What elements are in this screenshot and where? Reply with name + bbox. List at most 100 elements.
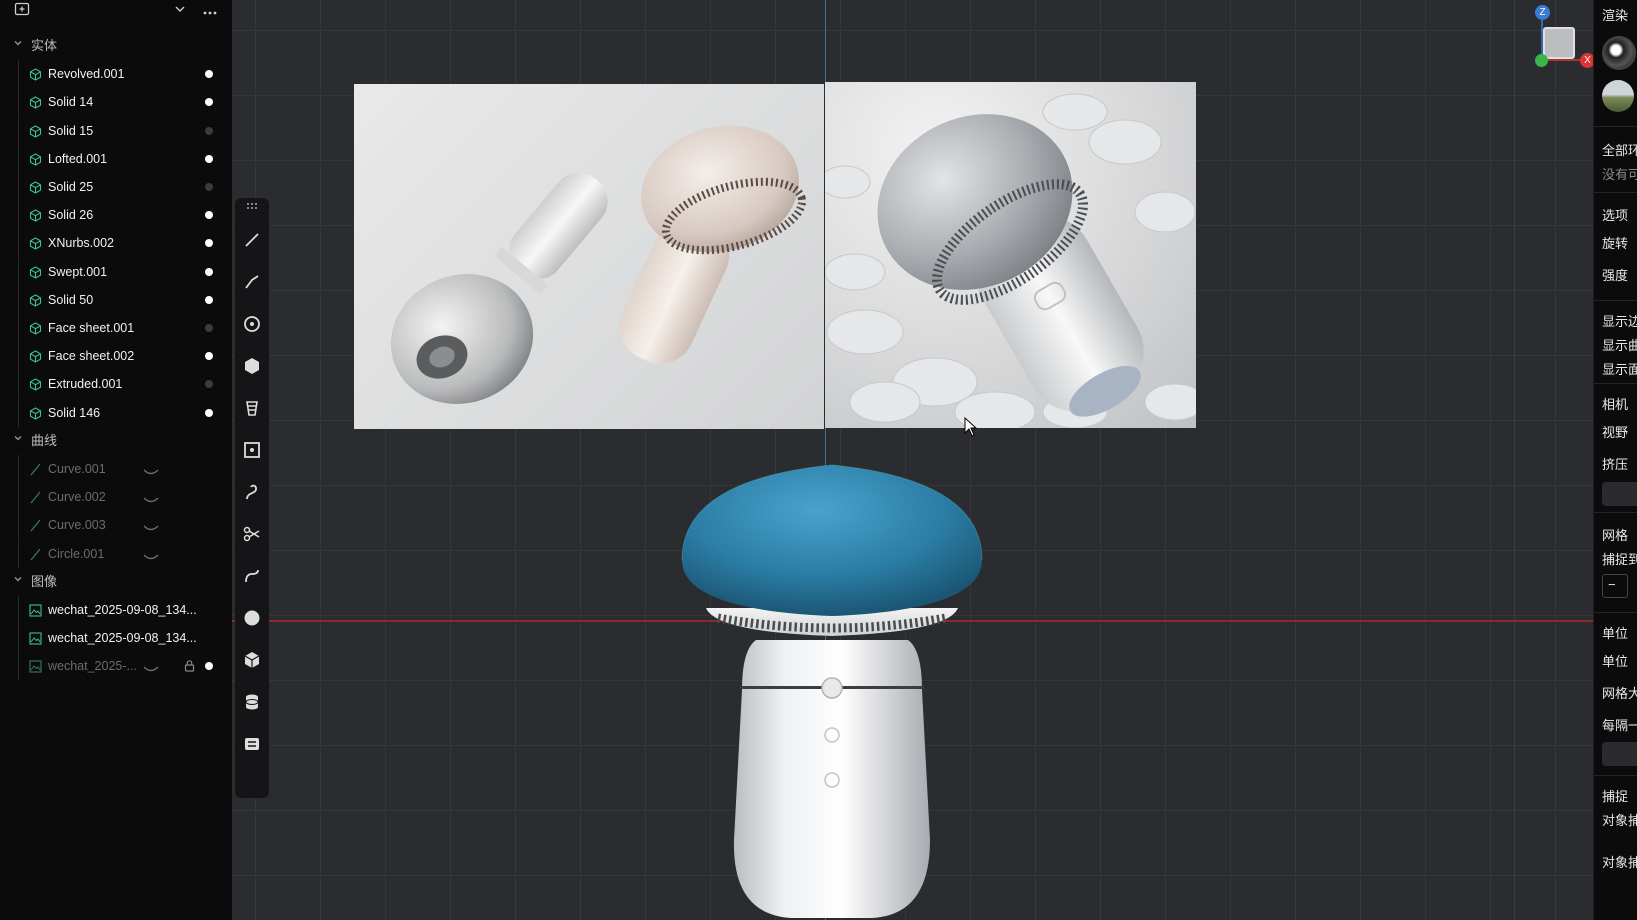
- text-tool-icon[interactable]: [240, 732, 264, 756]
- more-options-icon[interactable]: [201, 2, 219, 20]
- outliner-group-0[interactable]: 实体: [0, 32, 232, 60]
- outliner-item[interactable]: Curve.003: [18, 511, 222, 540]
- outliner-item[interactable]: Swept.001: [18, 257, 222, 286]
- visibility-dot[interactable]: [205, 70, 213, 79]
- visibility-dot[interactable]: [205, 183, 213, 191]
- outliner-item-label: Solid 15: [48, 123, 94, 138]
- visibility-dot[interactable]: [205, 408, 213, 417]
- curve-icon: [29, 548, 42, 561]
- group-label: 实体: [31, 38, 58, 53]
- outliner-item[interactable]: Solid 25: [18, 173, 222, 201]
- panel-divider: [1594, 192, 1637, 193]
- outliner-item[interactable]: wechat_2025-09-08_134...: [18, 596, 222, 624]
- outliner-group-2[interactable]: 图像: [0, 568, 232, 596]
- visibility-dot[interactable]: [205, 662, 213, 671]
- collapse-button-frame[interactable]: [1602, 574, 1628, 598]
- outliner-item[interactable]: wechat_2025-09-08_134...: [18, 624, 222, 653]
- hidden-eye-icon[interactable]: [143, 661, 159, 672]
- outliner-panel: 实体 Revolved.001 Solid 14 Solid 15 Lofted.001…: [0, 0, 232, 920]
- sphere-tool-icon[interactable]: [240, 606, 264, 630]
- outliner-item[interactable]: Face sheet.001: [18, 314, 222, 342]
- visibility-dot[interactable]: [205, 295, 213, 304]
- field-input[interactable]: [1602, 482, 1637, 506]
- outliner-item-label: wechat_2025-...: [48, 659, 137, 674]
- visibility-dot[interactable]: [205, 98, 213, 107]
- outliner-item-label: Curve.002: [48, 490, 106, 505]
- outliner-item[interactable]: Solid 50: [18, 285, 222, 314]
- panel-divider: [1594, 126, 1637, 127]
- visibility-dot[interactable]: [205, 239, 213, 248]
- outliner-item[interactable]: Curve.001: [18, 455, 222, 483]
- hidden-eye-icon[interactable]: [143, 520, 159, 531]
- outliner-item[interactable]: Solid 14: [18, 88, 222, 117]
- outliner-item[interactable]: Curve.002: [18, 483, 222, 512]
- chevron-down-icon[interactable]: [12, 427, 24, 455]
- outliner-item-label: Extruded.001: [48, 377, 123, 392]
- chevron-down-icon[interactable]: [171, 2, 189, 20]
- hidden-eye-icon[interactable]: [143, 549, 159, 559]
- outliner-item-label: Curve.003: [48, 518, 106, 533]
- cube-tool-icon[interactable]: [240, 648, 264, 672]
- fillet-tool-icon[interactable]: [240, 564, 264, 588]
- outliner-item[interactable]: Lofted.001: [18, 144, 222, 173]
- visibility-dot[interactable]: [205, 211, 213, 220]
- reference-image-2[interactable]: [825, 82, 1196, 428]
- outliner-item[interactable]: Extruded.001: [18, 370, 222, 399]
- polyline-tool-icon[interactable]: [240, 270, 264, 294]
- visibility-dot[interactable]: [205, 352, 213, 361]
- polygon-tool-icon[interactable]: [240, 354, 264, 378]
- 3d-viewport[interactable]: Z X: [232, 0, 1593, 920]
- lock-icon[interactable]: [184, 659, 195, 672]
- solid-cube-icon: [29, 378, 42, 392]
- image-icon: [29, 660, 42, 673]
- gizmo-z-axis[interactable]: Z: [1535, 5, 1550, 20]
- chevron-down-icon[interactable]: [12, 32, 24, 60]
- mushroom-speaker-model[interactable]: [672, 460, 992, 920]
- add-folder-icon[interactable]: [13, 2, 31, 20]
- line-tool-icon[interactable]: [240, 228, 264, 252]
- solid-cube-icon: [29, 237, 42, 251]
- reference-image-1[interactable]: [354, 84, 824, 429]
- hidden-eye-icon[interactable]: [143, 464, 159, 475]
- outliner-item[interactable]: Solid 146: [18, 398, 222, 427]
- hidden-eye-icon[interactable]: [143, 492, 159, 503]
- property-label: 单位: [1602, 654, 1629, 669]
- curve-tool-icon[interactable]: [240, 480, 264, 504]
- property-label: 渲染: [1602, 8, 1629, 23]
- group-label: 曲线: [31, 432, 58, 448]
- view-gizmo[interactable]: Z X: [1520, 2, 1593, 72]
- field-input[interactable]: [1602, 742, 1637, 766]
- solid-cube-icon: [29, 68, 42, 81]
- drag-handle-icon[interactable]: [240, 198, 264, 209]
- solid-cube-icon: [29, 124, 42, 138]
- visibility-dot[interactable]: [205, 324, 213, 332]
- solid-cube-icon: [29, 181, 42, 194]
- scissors-tool-icon[interactable]: [240, 522, 264, 546]
- outliner-group-1[interactable]: 曲线: [0, 427, 232, 455]
- circle-tool-icon[interactable]: [240, 312, 264, 336]
- outliner-item[interactable]: Solid 15: [18, 116, 222, 145]
- visibility-dot[interactable]: [205, 126, 213, 135]
- outliner-item[interactable]: Solid 26: [18, 201, 222, 230]
- visibility-dot[interactable]: [205, 154, 213, 163]
- outliner-item-label: Solid 50: [48, 292, 94, 307]
- rectangle-tool-icon[interactable]: [240, 438, 264, 462]
- gizmo-y-axis[interactable]: [1535, 54, 1548, 67]
- outliner-item[interactable]: XNurbs.002: [18, 229, 222, 258]
- gizmo-x-axis[interactable]: X: [1580, 53, 1593, 68]
- environment-thumbnail-1[interactable]: [1602, 36, 1636, 70]
- property-label: 视野: [1602, 425, 1629, 440]
- environment-thumbnail-2[interactable]: [1602, 80, 1634, 112]
- chevron-down-icon[interactable]: [12, 568, 24, 596]
- cylinder-tool-icon[interactable]: [240, 690, 264, 714]
- revolve-tool-icon[interactable]: [240, 396, 264, 420]
- property-label: 对象捕: [1602, 855, 1637, 870]
- outliner-item[interactable]: Circle.001: [18, 539, 222, 568]
- visibility-dot[interactable]: [205, 267, 213, 276]
- outliner-item[interactable]: Face sheet.002: [18, 342, 222, 371]
- outliner-item[interactable]: wechat_2025-...: [18, 652, 222, 681]
- outliner-item[interactable]: Revolved.001: [18, 60, 222, 89]
- visibility-dot[interactable]: [205, 380, 213, 389]
- property-label: 显示面: [1602, 362, 1637, 377]
- solid-cube-icon: [29, 350, 42, 363]
